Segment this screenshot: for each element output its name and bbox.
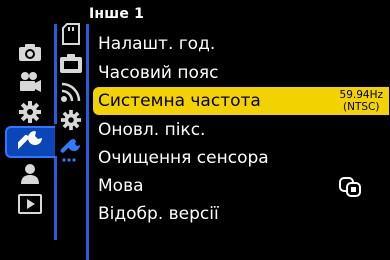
menu-item-label: Мова xyxy=(98,176,144,196)
wrench-dots-icon xyxy=(59,138,83,166)
sub-tab-rail xyxy=(86,24,89,260)
menu-item-pixel-refresh[interactable]: Оновл. пікс. xyxy=(93,116,389,144)
menu-item-sensor-cleaning[interactable]: Очищення сенсора xyxy=(93,144,389,172)
monitor-icon xyxy=(59,54,83,78)
menu-item-label: Оновл. пікс. xyxy=(98,120,206,140)
subtab-monitor[interactable] xyxy=(56,52,86,80)
menu-item-label: Налашт. год. xyxy=(98,34,216,54)
menu-item-clock-set[interactable]: Налашт. год. xyxy=(93,30,389,58)
system-frequency-value: 59.94Hz (NTSC) xyxy=(340,89,383,113)
tab-setup[interactable] xyxy=(5,126,55,158)
tab-playback[interactable] xyxy=(7,190,53,218)
subtab-settings[interactable] xyxy=(56,108,86,136)
menu-item-time-zone[interactable]: Часовий пояс xyxy=(93,59,389,87)
tab-photo[interactable] xyxy=(7,38,53,66)
gear-icon xyxy=(18,100,42,124)
camera-icon xyxy=(18,42,42,62)
subtab-card[interactable] xyxy=(56,22,86,50)
card-icon xyxy=(62,23,80,49)
frequency-value: 59.94Hz xyxy=(339,89,383,101)
menu-item-label: Системна частота xyxy=(98,91,261,111)
menu-item-version-display[interactable]: Відобр. версії xyxy=(93,200,389,228)
person-icon xyxy=(19,163,41,185)
tab-custom[interactable] xyxy=(7,98,53,126)
wrench-icon xyxy=(18,129,44,155)
main-tab-column xyxy=(5,28,55,224)
frequency-standard: (NTSC) xyxy=(343,101,380,113)
menu-item-system-frequency[interactable]: Системна частота 59.94Hz (NTSC) xyxy=(93,87,389,115)
subtab-other[interactable] xyxy=(56,138,86,166)
menu-item-language[interactable]: Мова xyxy=(93,172,389,200)
language-icon xyxy=(339,176,361,203)
main-tab-rail xyxy=(54,156,57,240)
menu-item-label: Відобр. версії xyxy=(98,204,219,224)
tab-my-menu[interactable] xyxy=(7,160,53,188)
subtab-wireless[interactable] xyxy=(56,80,86,108)
menu-item-label: Часовий пояс xyxy=(98,63,219,83)
page-title: Інше 1 xyxy=(89,6,145,22)
playback-icon xyxy=(18,194,42,214)
gear-icon xyxy=(60,109,82,135)
video-camera-icon xyxy=(18,71,42,93)
wireless-icon xyxy=(60,81,82,107)
tab-video[interactable] xyxy=(7,68,53,96)
menu-item-label: Очищення сенсора xyxy=(98,148,269,168)
